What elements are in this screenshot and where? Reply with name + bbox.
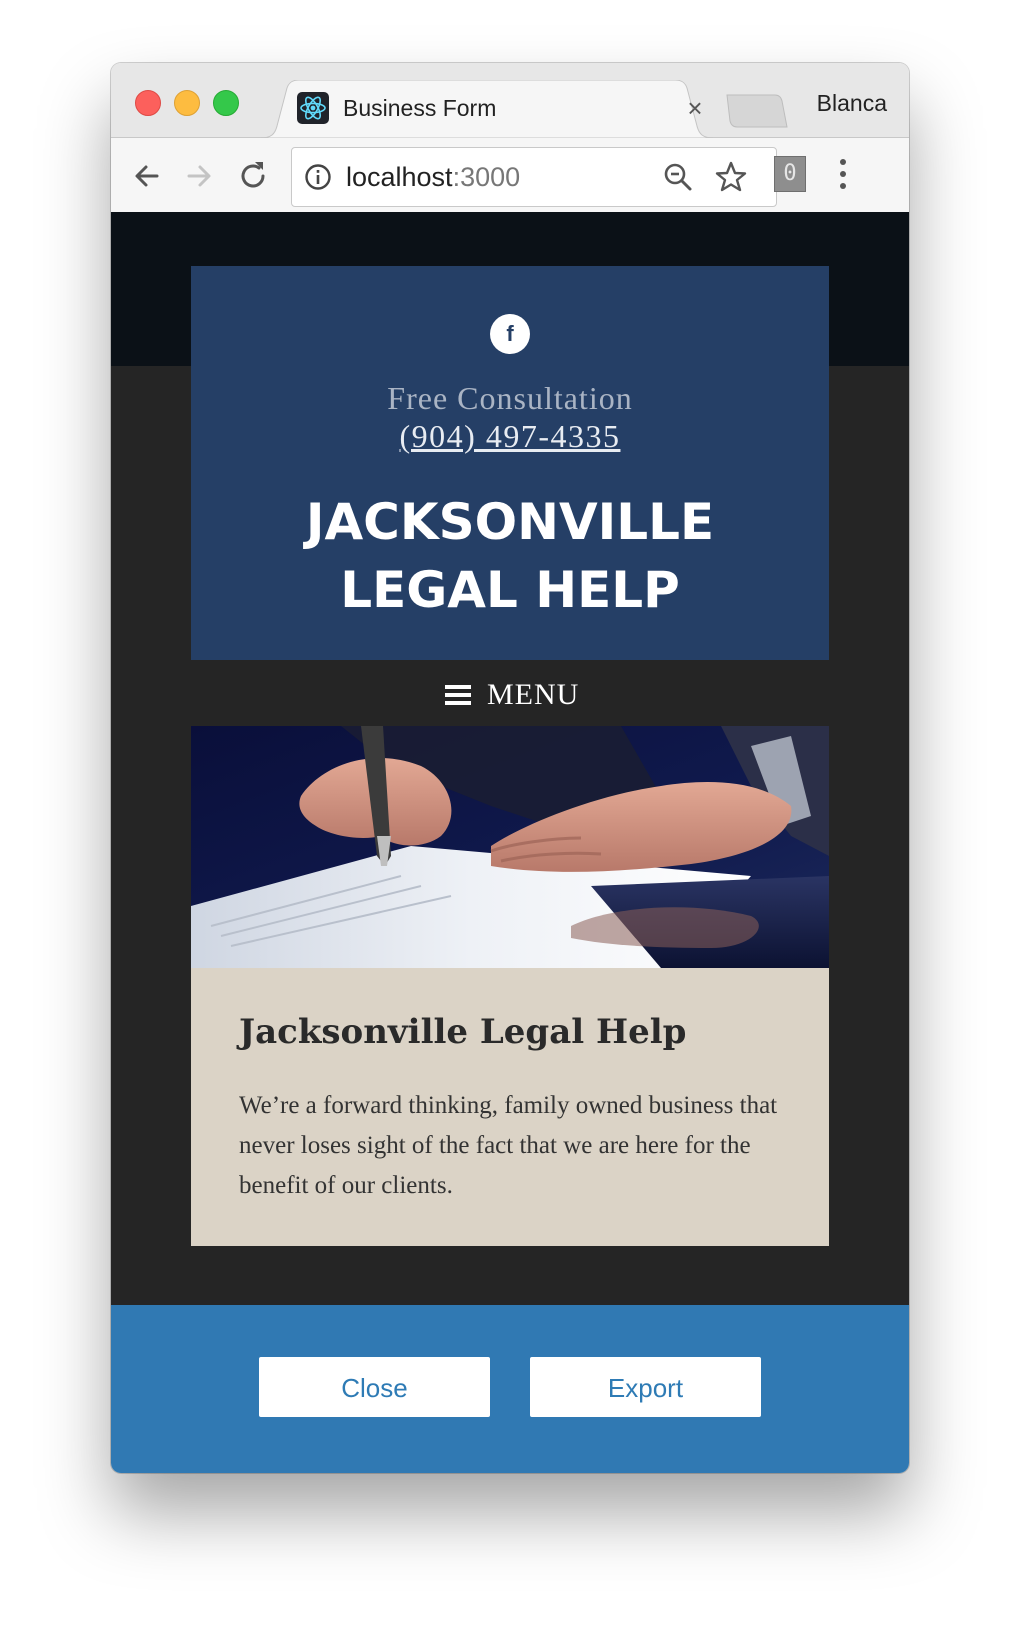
menu-label: MENU [487, 678, 580, 711]
site-title[interactable]: JACKSONVILLE LEGAL HELP [191, 488, 829, 624]
site-title-line2: LEGAL HELP [340, 561, 680, 619]
back-arrow-icon[interactable] [127, 156, 167, 196]
card-body: We’re a forward thinking, family owned b… [239, 1092, 778, 1199]
menu-bar: MENU [111, 660, 909, 726]
url-text[interactable]: localhost:3000 [346, 148, 520, 206]
site-header: f Free Consultation (904) 497-4335 JACKS… [191, 266, 829, 660]
reload-icon[interactable] [233, 156, 273, 196]
facebook-icon[interactable]: f [490, 314, 530, 354]
zoom-icon[interactable] [662, 161, 694, 193]
consultation-text: Free Consultation [387, 380, 633, 416]
browser-window: Business Form × Blanca localhost:3000 0 … [111, 63, 909, 1473]
site-title-line1: JACKSONVILLE [305, 493, 715, 551]
close-button[interactable]: Close [259, 1357, 490, 1417]
more-menu-icon[interactable] [829, 154, 857, 194]
zoom-window-button[interactable] [213, 90, 239, 116]
bookmark-star-icon[interactable] [714, 160, 748, 194]
info-icon[interactable] [304, 163, 332, 191]
close-window-button[interactable] [135, 90, 161, 116]
tab-close-icon[interactable]: × [679, 92, 711, 124]
action-bar: Close Export [111, 1305, 909, 1473]
forward-arrow-icon[interactable] [179, 156, 219, 196]
minimize-window-button[interactable] [174, 90, 200, 116]
react-icon [297, 92, 329, 124]
card-heading: Jacksonville Legal Help [239, 1012, 687, 1052]
tab-title: Business Form [343, 95, 497, 121]
hero-image [191, 726, 829, 968]
profile-name[interactable]: Blanca [817, 83, 887, 123]
web-page: f Free Consultation (904) 497-4335 JACKS… [111, 212, 909, 1305]
tab-business-form[interactable]: Business Form × [261, 80, 713, 138]
export-button[interactable]: Export [530, 1357, 761, 1417]
url-port: :3000 [452, 162, 521, 192]
hamburger-icon [445, 685, 471, 705]
extension-icon[interactable]: 0 [774, 156, 806, 192]
url-host: localhost [346, 162, 453, 192]
address-bar[interactable]: localhost:3000 [291, 147, 777, 207]
extension-badge: 0 [783, 161, 797, 186]
new-tab-button[interactable] [725, 93, 789, 129]
tab-strip: Business Form × Blanca [111, 63, 909, 138]
intro-card: Jacksonville Legal Help We’re a forward … [191, 968, 829, 1246]
phone-link[interactable]: (904) 497-4335 [191, 418, 829, 455]
